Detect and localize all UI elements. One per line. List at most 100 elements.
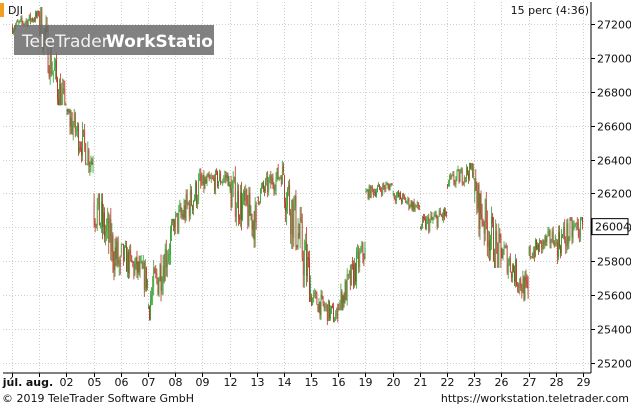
candle [235, 202, 237, 227]
candle [264, 185, 265, 197]
candle [183, 198, 185, 221]
candle [171, 218, 172, 241]
candle [134, 257, 136, 277]
candle [492, 213, 493, 228]
candle [147, 278, 148, 291]
candle [262, 181, 263, 189]
candle [509, 253, 511, 273]
candle [422, 215, 423, 229]
candle [395, 191, 397, 205]
candle [552, 226, 554, 245]
candle [249, 187, 251, 216]
candle [210, 172, 212, 184]
candle [205, 175, 207, 184]
candle [456, 169, 458, 182]
candle [531, 252, 533, 259]
candle [510, 271, 512, 283]
x-tick-label: 21 [414, 376, 428, 389]
candle [89, 161, 91, 176]
candle [66, 108, 68, 116]
candle [243, 189, 245, 206]
candle [155, 264, 157, 279]
candle [535, 238, 536, 258]
candle [544, 235, 546, 249]
candle [150, 290, 151, 321]
candle [34, 16, 35, 23]
y-tick-label: 25200 [597, 358, 631, 371]
candle [215, 169, 216, 195]
candle [334, 316, 336, 323]
candle [378, 182, 379, 187]
candle [462, 181, 464, 186]
x-tick-label: 12 [224, 376, 238, 389]
website-link[interactable]: https://workstation.teletrader.com [441, 392, 629, 405]
candle [361, 240, 363, 253]
candle [451, 174, 453, 180]
candle [450, 172, 452, 180]
candle [452, 171, 454, 177]
candle [298, 223, 300, 240]
candle [525, 269, 527, 288]
candle [394, 195, 396, 204]
candle [570, 217, 572, 221]
candle [327, 299, 329, 322]
price-chart[interactable]: 2520025400256002580026000262002640026600… [0, 0, 631, 390]
candle [200, 168, 202, 189]
candle [403, 192, 405, 200]
candle [256, 196, 258, 198]
candle [152, 276, 154, 306]
candle [104, 207, 105, 243]
candle [160, 254, 162, 302]
candle [254, 197, 256, 248]
candle [131, 255, 133, 263]
candle [311, 293, 313, 307]
candle [442, 208, 444, 223]
candle [78, 122, 79, 156]
candle [335, 310, 337, 321]
candle [38, 10, 40, 17]
candle [476, 181, 478, 215]
candle [526, 274, 528, 289]
candle [193, 200, 194, 216]
candle [275, 172, 277, 196]
candle [460, 167, 462, 174]
candle [388, 183, 390, 192]
candle [246, 188, 248, 207]
candle [307, 243, 308, 283]
y-tick-label: 25800 [597, 256, 631, 269]
candle [554, 234, 556, 247]
candle [389, 183, 391, 191]
candle [562, 234, 564, 238]
candle [218, 180, 219, 190]
candle [139, 255, 141, 278]
candle [121, 243, 123, 246]
candle [404, 194, 406, 201]
candle [227, 172, 229, 186]
candle [446, 211, 447, 218]
candle [457, 165, 459, 172]
candle [233, 176, 235, 184]
candle [60, 73, 62, 106]
candle [380, 186, 382, 192]
candle [64, 80, 66, 106]
candle [197, 194, 199, 210]
candle [331, 305, 332, 314]
candle [463, 175, 465, 187]
candle [391, 183, 393, 186]
candle [125, 240, 126, 248]
candle [189, 183, 191, 220]
candle [67, 108, 69, 115]
candle [333, 302, 334, 323]
candle [33, 18, 34, 23]
candle [472, 162, 474, 179]
candle [261, 182, 262, 194]
candle [268, 177, 270, 196]
candle [87, 141, 89, 166]
candle [253, 211, 255, 248]
candle [321, 290, 323, 300]
candle [198, 173, 200, 205]
candle [543, 239, 545, 250]
candle [575, 222, 577, 231]
candle [313, 290, 315, 303]
candle [581, 217, 582, 221]
